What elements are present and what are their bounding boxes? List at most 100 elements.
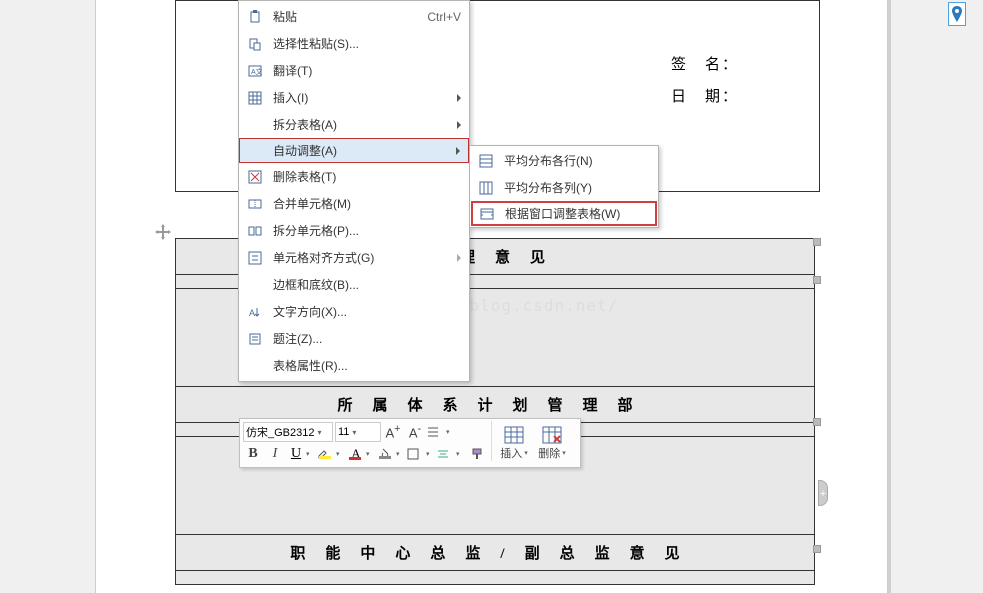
distribute-rows-icon xyxy=(476,151,496,171)
menu-paste[interactable]: 粘贴 Ctrl+V xyxy=(239,3,469,30)
menu-cell-align[interactable]: 单元格对齐方式(G) xyxy=(239,244,469,271)
fit-window-icon xyxy=(477,204,497,224)
table-row xyxy=(176,571,815,585)
underline-button[interactable]: U▾ xyxy=(286,446,316,462)
font-color-button[interactable]: A▾ xyxy=(346,446,376,462)
paste-icon xyxy=(245,7,265,27)
delete-table-icon xyxy=(245,167,265,187)
pin-badge[interactable] xyxy=(948,2,966,26)
dropdown-arrow-icon: ▾ xyxy=(426,450,430,458)
svg-text:A文: A文 xyxy=(251,67,262,76)
signature-block: 签 名： 日 期： xyxy=(671,49,739,113)
blank-icon xyxy=(245,275,265,295)
borders-icon xyxy=(406,447,426,461)
menu-merge-cells[interactable]: 合并单元格(M) xyxy=(239,190,469,217)
menu-label: 自动调整(A) xyxy=(273,142,461,159)
submenu-arrow-icon xyxy=(457,121,461,129)
delete-table-icon xyxy=(542,426,562,444)
context-menu: 粘贴 Ctrl+V 选择性粘贴(S)... A文 翻译(T) 插入(I) 拆分表… xyxy=(238,0,470,382)
menu-label: 粘贴 xyxy=(273,8,427,25)
align-icon xyxy=(245,248,265,268)
dropdown-arrow-icon: ▾ xyxy=(366,450,370,458)
translate-icon: A文 xyxy=(245,61,265,81)
paste-special-icon xyxy=(245,34,265,54)
menu-text-direction[interactable]: A 文字方向(X)... xyxy=(239,298,469,325)
row-marker xyxy=(813,418,821,426)
format-painter-button[interactable] xyxy=(466,443,488,465)
merge-cells-icon xyxy=(245,194,265,214)
dropdown-arrow-icon: ▾ xyxy=(456,450,460,458)
distribute-cols-icon xyxy=(476,178,496,198)
submenu-distribute-rows[interactable]: 平均分布各行(N) xyxy=(470,147,658,174)
menu-label: 翻译(T) xyxy=(273,62,461,79)
insert-table-icon xyxy=(504,426,524,444)
shrink-font-button[interactable]: A- xyxy=(404,421,426,443)
underline-icon: U xyxy=(286,446,306,462)
font-size-select[interactable]: 11▾ xyxy=(335,422,381,442)
font-size: 11 xyxy=(338,426,349,438)
shrink-font-icon: A- xyxy=(409,423,421,440)
menu-label: 平均分布各列(Y) xyxy=(504,179,650,196)
submenu-distribute-cols[interactable]: 平均分布各列(Y) xyxy=(470,174,658,201)
menu-label: 根据窗口调整表格(W) xyxy=(505,205,649,222)
page-shadow xyxy=(888,0,891,593)
menu-paste-special[interactable]: 选择性粘贴(S)... xyxy=(239,30,469,57)
shading-button[interactable]: ▾ xyxy=(376,447,406,461)
row-marker xyxy=(813,545,821,553)
menu-split-table[interactable]: 拆分表格(A) xyxy=(239,111,469,138)
menu-label: 拆分表格(A) xyxy=(273,116,461,133)
menu-borders-shading[interactable]: 边框和底纹(B)... xyxy=(239,271,469,298)
row-marker xyxy=(813,276,821,284)
font-select[interactable]: 仿宋_GB2312▾ xyxy=(243,422,333,442)
submenu-fit-window[interactable]: 根据窗口调整表格(W) xyxy=(471,201,657,226)
submenu-arrow-icon xyxy=(456,147,460,155)
menu-shortcut: Ctrl+V xyxy=(427,10,461,24)
dropdown-arrow-icon: ▾ xyxy=(524,449,528,457)
align-button[interactable]: ▾ xyxy=(436,447,466,461)
bold-button[interactable]: B xyxy=(242,443,264,465)
italic-button[interactable]: I xyxy=(264,443,286,465)
blank-icon xyxy=(245,141,265,161)
align-center-icon xyxy=(436,447,456,461)
expand-tab[interactable]: + xyxy=(818,480,828,506)
insert-label: 插入 xyxy=(500,445,522,461)
menu-label: 平均分布各行(N) xyxy=(504,152,650,169)
shading-icon xyxy=(376,447,396,461)
menu-label: 表格属性(R)... xyxy=(273,357,461,374)
signature-label: 签 名： xyxy=(671,49,739,81)
dropdown-arrow-icon: ▾ xyxy=(336,450,340,458)
line-spacing-icon xyxy=(426,425,446,439)
insert-group-button[interactable]: 插入▾ xyxy=(495,421,533,465)
table-cell[interactable] xyxy=(176,571,815,585)
menu-translate[interactable]: A文 翻译(T) xyxy=(239,57,469,84)
menu-split-cells[interactable]: 拆分单元格(P)... xyxy=(239,217,469,244)
menu-label: 删除表格(T) xyxy=(273,168,461,185)
font-color-icon: A xyxy=(346,446,366,462)
grow-font-button[interactable]: A+ xyxy=(382,421,404,443)
borders-button[interactable]: ▾ xyxy=(406,447,436,461)
menu-auto-fit[interactable]: 自动调整(A) xyxy=(239,138,469,163)
line-spacing-button[interactable]: ▾ xyxy=(426,425,456,439)
mini-toolbar: 仿宋_GB2312▾ 11▾ A+ A- ▾ B I U▾ ▾ A▾ ▾ ▾ ▾… xyxy=(239,418,581,468)
submenu-arrow-icon xyxy=(457,254,461,262)
text-direction-icon: A xyxy=(245,302,265,322)
menu-delete-table[interactable]: 删除表格(T) xyxy=(239,163,469,190)
menu-label: 单元格对齐方式(G) xyxy=(273,249,461,266)
menu-table-properties[interactable]: 表格属性(R)... xyxy=(239,352,469,379)
format-painter-icon xyxy=(470,447,484,461)
menu-label: 文字方向(X)... xyxy=(273,303,461,320)
grow-font-icon: A+ xyxy=(386,423,401,440)
table-row: 职能中心总监/副总监意见 xyxy=(176,535,815,571)
delete-group-button[interactable]: 删除▾ xyxy=(533,421,571,465)
table-header-cell[interactable]: 职能中心总监/副总监意见 xyxy=(176,535,815,571)
blank-icon xyxy=(245,356,265,376)
row-marker xyxy=(813,238,821,246)
split-cells-icon xyxy=(245,221,265,241)
menu-label: 题注(Z)... xyxy=(273,330,461,347)
svg-text:A: A xyxy=(249,308,255,318)
menu-caption[interactable]: 题注(Z)... xyxy=(239,325,469,352)
highlight-button[interactable]: ▾ xyxy=(316,447,346,461)
menu-insert[interactable]: 插入(I) xyxy=(239,84,469,111)
dropdown-arrow-icon: ▾ xyxy=(314,428,324,437)
table-move-handle[interactable] xyxy=(155,224,175,244)
